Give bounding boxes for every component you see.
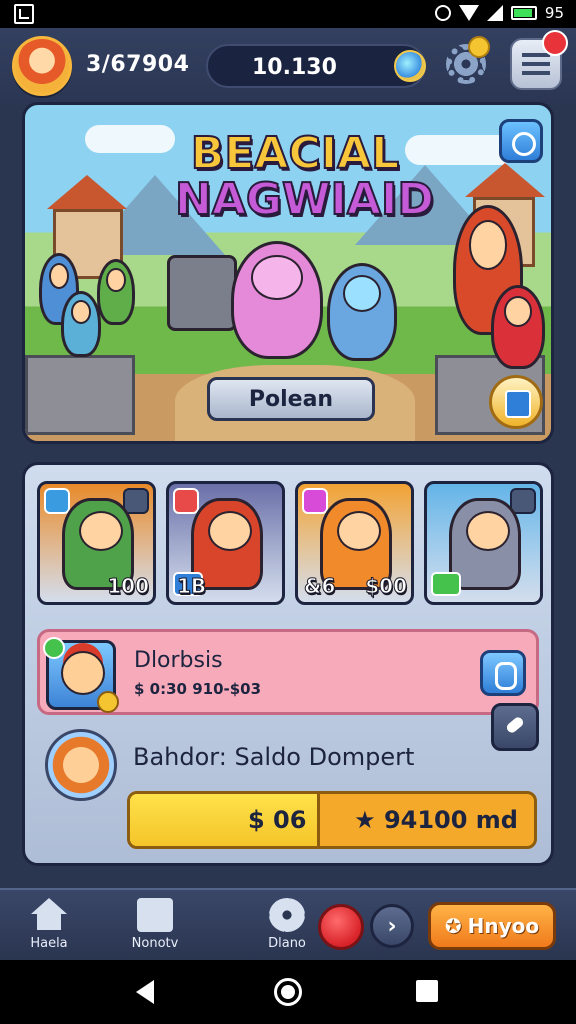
gem-icon [394,50,426,82]
friend-row[interactable]: Dlorbsis $ 0:30 910-$03 [37,629,539,715]
card-value: 100 [107,574,150,599]
next-button[interactable]: › [370,904,414,948]
character-card[interactable]: &6 $00 [295,481,414,605]
reward-avatar [45,729,117,801]
back-icon[interactable] [136,980,154,1004]
coin-value: 10.130 [252,55,337,80]
stone-wall [25,355,135,435]
notification-badge [542,30,568,56]
nav-home[interactable]: Haela [14,898,84,956]
card-value: $00 [365,574,408,599]
alarm-icon [434,5,451,21]
battery-icon [510,6,537,20]
house-roof [47,175,127,209]
card-value: 1B [176,574,207,599]
book-icon [173,488,199,514]
reward-title: Bahdor: Saldo Dompert [133,743,415,771]
home-icon [31,898,67,930]
pill-button[interactable] [491,703,539,751]
cta-label: Hnyoo [467,914,540,938]
top-hud: 3/67904 10.130 [0,28,576,104]
coin-icon [97,691,119,713]
robot-character[interactable] [327,263,397,361]
character-card[interactable]: 100 [37,481,156,605]
progress-left-value: $ 06 [248,806,307,834]
forge-fire [167,255,237,331]
nav-home-label: Haela [30,936,68,951]
character-card[interactable] [424,481,543,605]
pink-bear-character[interactable] [231,241,323,359]
clover-icon [431,572,461,596]
character-card[interactable]: 1B [166,481,285,605]
nav-settings[interactable]: Dlano [252,898,322,956]
system-nav-bar [0,960,576,1024]
reward-progress-bar[interactable]: $ 06 ★ 94100 md [127,791,537,849]
card-prefix: &6 [303,574,336,599]
shield-icon [44,488,70,514]
status-bar: 95 [0,0,576,28]
friend-action-button[interactable] [480,650,526,696]
nav-settings-label: Dlano [268,936,306,951]
main-panel: 100 1B &6 $00 Dlorbsis $ 0:30 910-$03 Ba… [22,462,554,866]
nav-gifts[interactable]: Nonotv [120,898,190,956]
house-roof [465,163,545,197]
status-icons: 95 [434,4,564,22]
game-title-line2: NAGWIAID [174,174,435,225]
signal-icon [486,5,503,21]
home-circle-icon[interactable] [274,978,302,1006]
game-title-line1: BEACIAL [190,128,400,179]
gear-icon [269,898,305,932]
friend-avatar [43,637,119,713]
coin-badge-icon [468,36,490,58]
menu-icon [522,53,550,75]
refresh-button[interactable] [499,119,543,163]
soldier-character [61,291,101,357]
battery-level: 95 [544,4,564,22]
avatar[interactable] [12,36,72,96]
inventory-button[interactable] [489,375,543,429]
hero-banner: BEACIAL NAGWIAID Polean [22,102,554,444]
recents-icon[interactable] [416,980,438,1002]
friend-name: Dlorbsis [134,648,223,673]
cloud-decoration [85,125,175,153]
friend-stats: $ 0:30 910-$03 [134,680,262,698]
cta-button[interactable]: ✪ Hnyoo [428,902,556,950]
coin-counter[interactable]: 10.130 [206,44,426,88]
bottom-nav: Haela Nonotv Dlano › ✪ Hnyoo [0,888,576,960]
settings-button[interactable] [440,36,492,90]
menu-button[interactable] [510,30,568,90]
star-icon: ✪ [444,914,462,938]
game-title: BEACIAL NAGWIAID [174,128,435,225]
soldier-character [97,259,135,325]
progress-right-value: ★ 94100 md [354,806,518,834]
gift-icon [137,898,173,932]
nav-gifts-label: Nonotv [131,936,179,951]
play-button[interactable]: Polean [207,377,375,421]
screenshot-icon [14,4,34,24]
player-score: 3/67904 [86,52,190,77]
gift-icon [302,488,328,514]
plus-icon [43,637,65,659]
record-button[interactable] [318,904,364,950]
redhead-character[interactable] [491,285,545,369]
wifi-icon [458,5,479,21]
character-cards: 100 1B &6 $00 [37,481,543,607]
